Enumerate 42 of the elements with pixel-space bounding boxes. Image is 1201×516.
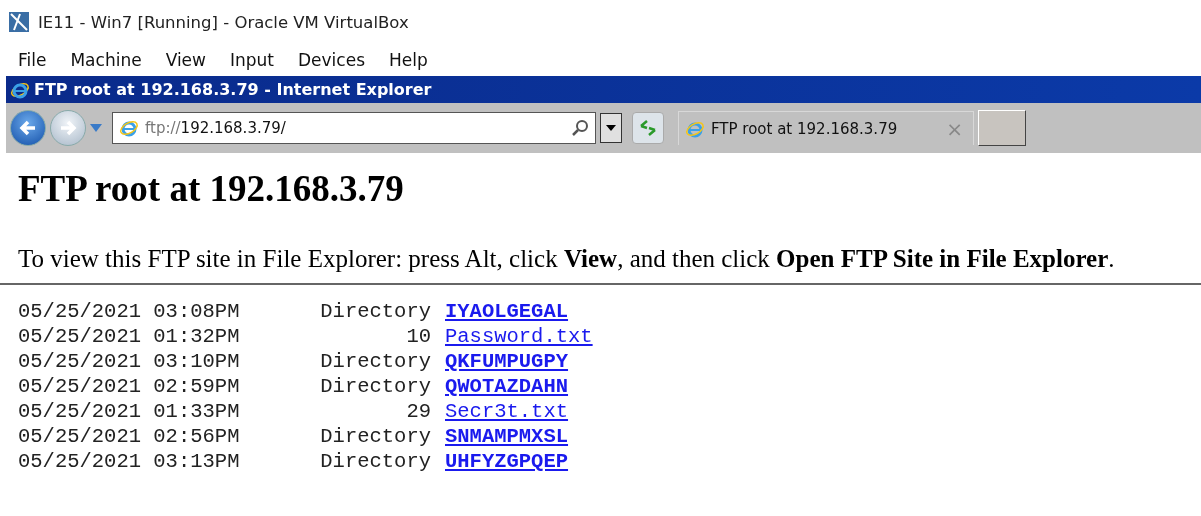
size-text: Directory xyxy=(319,450,431,474)
tab-label: FTP root at 192.168.3.79 xyxy=(711,119,899,138)
menu-item[interactable]: File xyxy=(18,50,47,70)
back-button[interactable] xyxy=(10,110,46,146)
address-field[interactable]: ftp://192.168.3.79/ xyxy=(112,112,596,144)
date-text: 05/25/2021 03:10PM xyxy=(18,350,241,374)
page-icon xyxy=(119,118,139,138)
browser-tab[interactable]: FTP root at 192.168.3.79 × xyxy=(678,111,974,145)
menu-item[interactable]: View xyxy=(165,50,206,70)
menu-item[interactable]: Help xyxy=(389,50,428,70)
folder-link[interactable]: SNMAMPMXSL xyxy=(445,425,569,449)
search-icon[interactable] xyxy=(571,119,589,137)
size-text: 29 xyxy=(405,400,431,424)
folder-link[interactable]: QWOTAZDAHN xyxy=(445,375,569,399)
menu-item[interactable]: Devices xyxy=(298,50,365,70)
folder-link[interactable]: IYAOLGEGAL xyxy=(445,300,569,324)
file-link[interactable]: Password.txt xyxy=(445,325,593,349)
instruction-text: To view this FTP site in File Explorer: press Alt, click View, and then click Open FTP Site in File Explorer. xyxy=(18,245,1116,274)
menu-item[interactable]: Input xyxy=(229,50,274,70)
size-text: 10 xyxy=(405,325,431,349)
date-text: 05/25/2021 03:08PM xyxy=(18,300,241,324)
size-text: Directory xyxy=(319,375,431,399)
new-tab-button[interactable] xyxy=(978,110,1026,146)
refresh-icon xyxy=(638,118,658,138)
date-text: 05/25/2021 01:33PM xyxy=(18,400,241,424)
date-text: 05/25/2021 03:13PM xyxy=(18,450,241,474)
date-text: 05/25/2021 02:59PM xyxy=(18,375,241,399)
window-title: IE11 - Win7 [Running] - Oracle VM VirtualBox xyxy=(38,12,409,32)
browser-title: FTP root at 192.168.3.79 - Internet Explorer xyxy=(34,80,432,99)
page-heading: FTP root at 192.168.3.79 xyxy=(18,167,405,211)
size-text: Directory xyxy=(319,300,431,324)
menu-item[interactable]: Machine xyxy=(70,50,142,70)
size-text: Directory xyxy=(319,425,431,449)
file-link[interactable]: Secr3t.txt xyxy=(445,400,569,424)
size-text: Directory xyxy=(319,350,431,374)
folder-link[interactable]: QKFUMPUGPY xyxy=(445,350,569,374)
folder-link[interactable]: UHFYZGPQEP xyxy=(445,450,569,474)
caret-icon xyxy=(606,125,616,131)
refresh-button[interactable] xyxy=(632,112,664,144)
date-text: 05/25/2021 01:32PM xyxy=(18,325,241,349)
address-dropdown-button[interactable] xyxy=(600,113,622,143)
date-text: 05/25/2021 02:56PM xyxy=(18,425,241,449)
